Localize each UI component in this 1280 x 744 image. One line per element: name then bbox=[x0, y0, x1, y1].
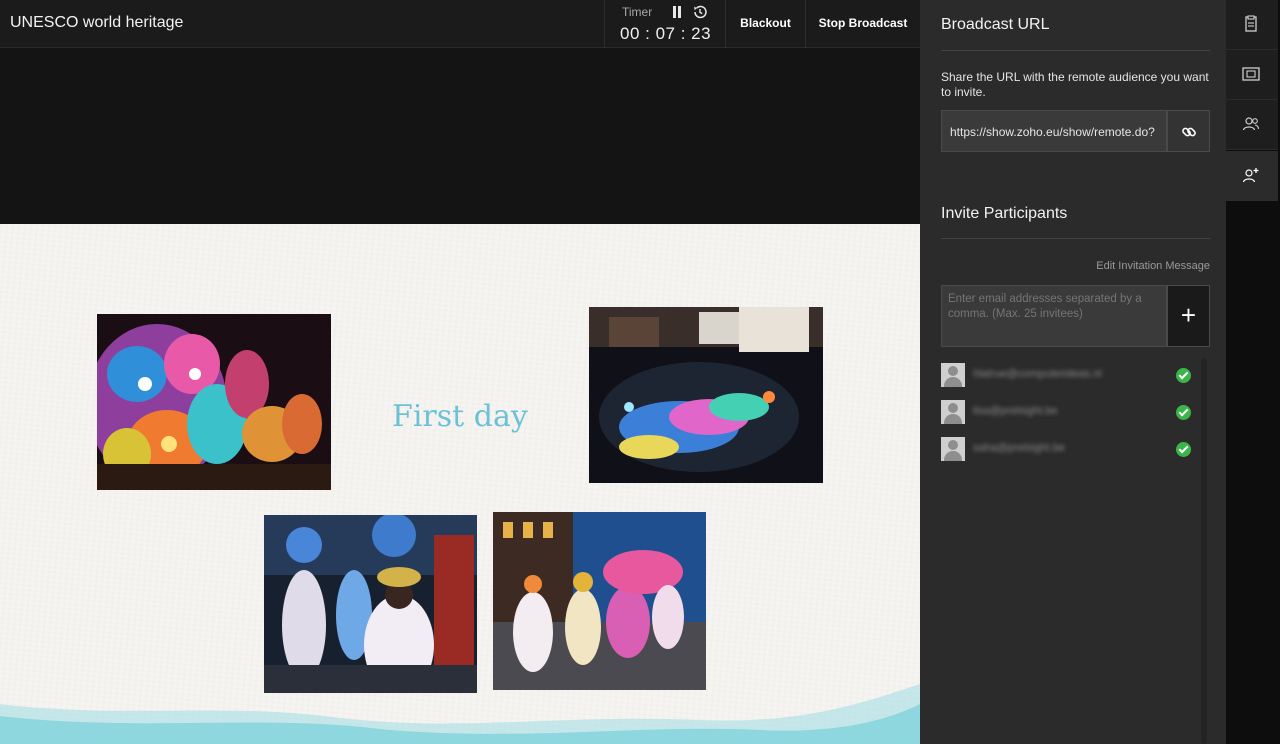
invitee-email: hlatrue@computerideas.nl bbox=[973, 368, 1102, 380]
stage-background bbox=[0, 49, 920, 224]
invitee-row: saha@prelsight.be bbox=[941, 437, 1196, 461]
divider bbox=[941, 238, 1210, 239]
side-icon-rail bbox=[1226, 0, 1280, 744]
timer-label: Timer bbox=[622, 5, 653, 19]
invite-participants-heading: Invite Participants bbox=[941, 205, 1068, 222]
divider bbox=[941, 50, 1210, 51]
check-icon bbox=[1176, 368, 1191, 383]
slide-photo-parade-aerial bbox=[589, 307, 823, 483]
avatar bbox=[941, 400, 965, 424]
broadcast-panel: Broadcast URL Share the URL with the rem… bbox=[920, 0, 1226, 744]
broadcast-url-field[interactable]: https://show.zoho.eu/show/remote.do? bbox=[941, 110, 1167, 152]
timer-reset-icon[interactable] bbox=[692, 4, 708, 20]
invitee-row: hlatrue@computerideas.nl bbox=[941, 363, 1196, 387]
pause-icon[interactable] bbox=[671, 6, 683, 18]
invitee-row: lisa@prelsight.be bbox=[941, 400, 1196, 424]
notes-tab[interactable] bbox=[1226, 0, 1278, 50]
slide-photo-street-parade bbox=[493, 512, 706, 690]
slide-decoration-wave bbox=[0, 684, 920, 744]
broadcast-description: Share the URL with the remote audience y… bbox=[941, 70, 1209, 99]
slides-tab[interactable] bbox=[1226, 50, 1278, 100]
timer-panel: Timer 00 : 07 : 23 bbox=[604, 0, 726, 48]
check-icon bbox=[1176, 442, 1191, 457]
invitee-list-scrollbar[interactable] bbox=[1201, 358, 1207, 744]
timer-value: 00 : 07 : 23 bbox=[620, 24, 712, 43]
broadcast-url-heading: Broadcast URL bbox=[941, 16, 1050, 33]
avatar bbox=[941, 363, 965, 387]
stop-broadcast-button[interactable]: Stop Broadcast bbox=[806, 0, 920, 48]
current-slide: First day bbox=[0, 224, 920, 744]
avatar bbox=[941, 437, 965, 461]
invitee-email: lisa@prelsight.be bbox=[973, 405, 1058, 417]
notes-icon bbox=[1245, 15, 1257, 32]
link-icon bbox=[1182, 127, 1196, 137]
presenter-view: UNESCO world heritage Timer 00 : 07 : 23… bbox=[0, 0, 1280, 744]
edit-invitation-link[interactable]: Edit Invitation Message bbox=[1070, 260, 1210, 272]
slides-icon bbox=[1242, 67, 1260, 81]
presentation-title: UNESCO world heritage bbox=[10, 14, 184, 31]
audience-tab[interactable] bbox=[1226, 100, 1278, 150]
audience-icon bbox=[1242, 117, 1260, 131]
add-invitee-button[interactable]: + bbox=[1167, 285, 1210, 347]
copy-link-button[interactable] bbox=[1167, 110, 1210, 152]
invitee-email: saha@prelsight.be bbox=[973, 442, 1065, 454]
invite-participant-icon bbox=[1242, 168, 1259, 183]
blackout-button[interactable]: Blackout bbox=[726, 0, 806, 48]
top-bar: UNESCO world heritage Timer 00 : 07 : 23… bbox=[0, 0, 920, 48]
slide-title: First day bbox=[392, 399, 528, 434]
slide-photo-carnival-float bbox=[97, 314, 331, 490]
invite-participants-tab[interactable] bbox=[1226, 151, 1278, 201]
check-icon bbox=[1176, 405, 1191, 420]
invite-email-input[interactable] bbox=[941, 285, 1167, 347]
slide-photo-dancers bbox=[264, 515, 477, 693]
